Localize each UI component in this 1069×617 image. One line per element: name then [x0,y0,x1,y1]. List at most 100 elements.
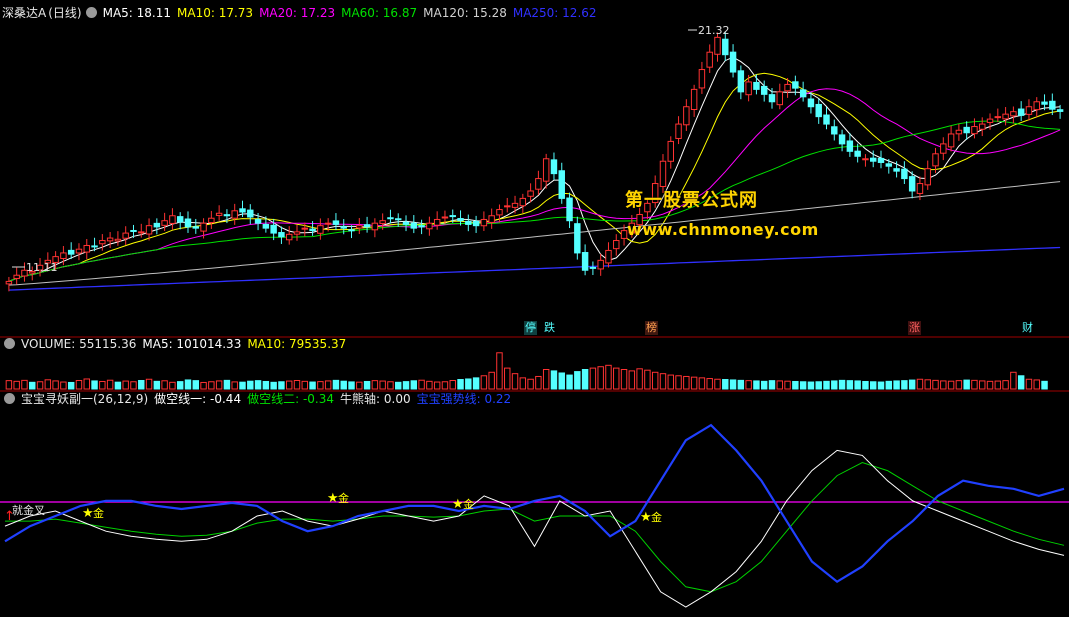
volume-bar [979,380,986,390]
volume-bar [613,367,620,390]
volume-bar [504,367,511,390]
candle-body [215,212,223,216]
gold-cross-label: 金 [338,491,349,505]
candle-body [698,69,706,89]
candle-body [550,159,558,175]
period-label: (日线) [48,6,82,20]
volume-bar [402,381,410,390]
volume-bar [542,369,550,390]
candle-body [831,126,838,135]
candle-body [247,209,254,218]
volume-bar [332,379,340,390]
event-tag-fall[interactable]: 跌 [543,321,556,335]
gear-icon[interactable] [85,7,97,18]
candle-body [1010,111,1017,117]
candle-body [940,143,947,154]
short-line-1 [4,449,1065,608]
candle-body [395,218,402,221]
ma250-line [8,246,1061,291]
candle-body [714,36,721,55]
volume-bar [231,381,238,390]
volume-bar [324,380,332,390]
candle-body [270,224,277,234]
gold-star-icon: ★ [640,510,652,525]
vol-ma5-value: MA5: 101014.33 [142,337,242,351]
low-price-label: 11.11 [26,261,58,274]
candle-body [262,223,270,229]
candle-body [963,126,970,134]
volume-bar [114,381,122,390]
volume-bar [854,380,861,390]
gear-icon[interactable] [4,338,15,349]
volume-bar [994,380,1002,390]
volume-bar [519,377,527,390]
volume-bar [581,369,589,390]
candle-body [418,225,425,228]
candle-body [1056,109,1064,112]
indicator-header: 宝宝寻妖副一(26,12,9) 做空线一: -0.44 做空线二: -0.34 牛熊轴… [0,390,517,408]
candle-body [223,214,231,217]
volume-bar [831,380,838,390]
candle-body [99,240,106,245]
candle-body [309,228,316,232]
volume-bar [223,379,231,390]
volume-bar [44,379,52,390]
candle-body [114,238,122,242]
candle-body [5,280,13,285]
volume-bar [846,380,854,390]
volume-bar [901,380,908,390]
main-header: 深桑达A (日线) MA5: 18.11 MA10: 17.73 MA20: 17.23… [0,4,603,22]
volume-bar [192,380,200,390]
candle-body [161,220,168,226]
volume-bar [628,370,636,390]
candle-body [869,157,877,162]
volume-bar [208,381,215,390]
candle-body [776,91,784,106]
event-tag-rise[interactable]: 涨 [908,321,921,335]
volume-bar [184,379,192,390]
volume-bar [99,380,106,390]
candle-body [768,94,776,103]
candle-body [457,218,464,222]
volume-bar [83,378,90,390]
volume-value: VOLUME: 55115.36 [21,337,137,351]
candle-body [574,223,581,254]
volume-bar [262,380,270,390]
volume-bar [270,381,277,390]
volume-bar [309,381,316,390]
volume-header: VOLUME: 55115.36 MA5: 101014.33 MA10: 7953… [0,335,352,353]
candle-body [924,168,931,186]
volume-bar [1017,375,1025,390]
ma20-line [8,88,1061,282]
volume-bar [138,380,145,390]
candle-body [169,215,176,224]
candle-body [176,216,184,223]
candle-body [293,231,301,235]
candle-body [106,237,114,242]
volume-bar [955,380,963,390]
volume-bar [29,381,36,390]
volume-bar [75,380,83,390]
candle-body [722,38,729,56]
volume-bar [722,379,729,390]
volume-bar [285,380,293,390]
volume-bar [36,381,44,390]
volume-bar [605,364,612,390]
candle-body [838,134,846,145]
event-tag-finance[interactable]: 财 [1021,321,1034,335]
candle-body [480,218,488,227]
volume-bar [916,378,924,390]
volume-bar [153,380,161,390]
volume-bar [869,381,877,390]
event-tag-rank[interactable]: 榜 [645,321,658,335]
candle-body [589,266,597,269]
volume-bar [729,379,737,390]
event-tag-stop[interactable]: 停 [524,321,537,335]
volume-bar [620,369,628,390]
gear-icon[interactable] [4,393,15,404]
candle-body [971,126,978,135]
candle-body [153,222,161,228]
volume-bar [799,381,807,390]
volume-bar [395,381,402,390]
volume-bar [971,379,978,390]
